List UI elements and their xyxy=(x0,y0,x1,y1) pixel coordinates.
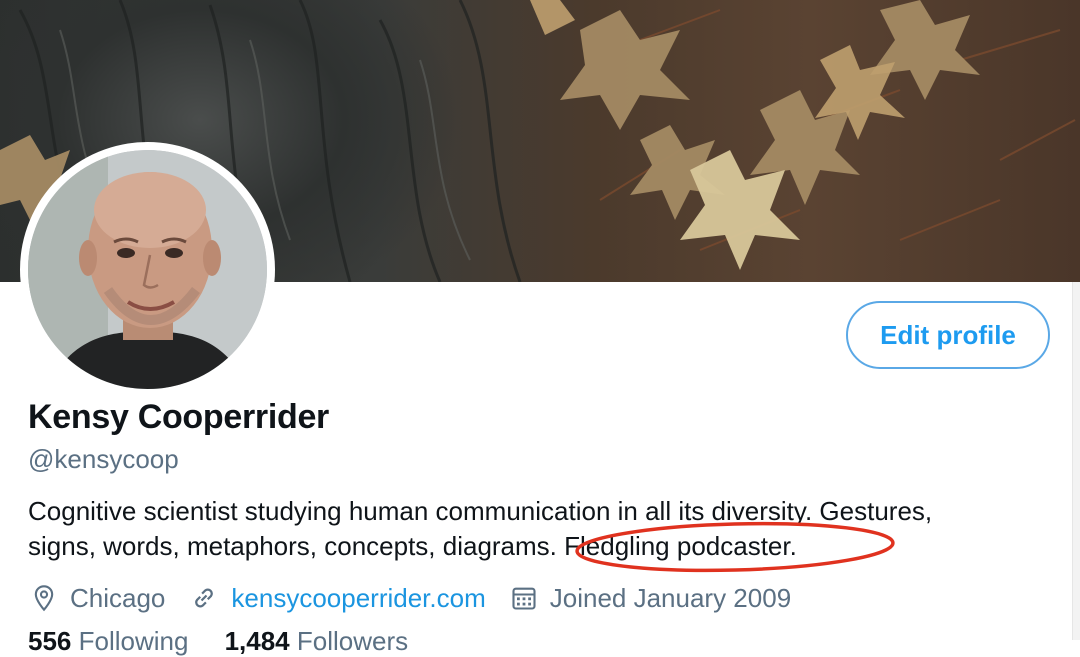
profile-bio: Cognitive scientist studying human commu… xyxy=(28,494,1048,564)
followers-link[interactable]: 1,484 Followers xyxy=(225,626,409,656)
follow-counts: 556 Following 1,484 Followers xyxy=(28,626,408,657)
calendar-icon xyxy=(512,587,536,610)
following-count: 556 xyxy=(28,626,72,656)
edit-profile-button[interactable]: Edit profile xyxy=(846,301,1050,369)
link-icon xyxy=(195,588,214,608)
joined-text: Joined January 2009 xyxy=(549,582,792,613)
website-link[interactable]: kensycooperrider.com xyxy=(231,583,485,614)
bio-line-2: signs, words, metaphors, concepts, diagr… xyxy=(28,531,797,561)
avatar-photo xyxy=(28,150,267,389)
avatar[interactable] xyxy=(20,142,275,397)
display-name: Kensy Cooperrider xyxy=(28,398,329,436)
followers-count: 1,484 xyxy=(224,626,290,656)
profile-meta: Chicago kensycooperrider.com Joined Janu… xyxy=(30,580,815,616)
joined-item: Joined January 2009 xyxy=(510,583,791,614)
bio-line-1: Cognitive scientist studying human commu… xyxy=(28,496,933,526)
following-link[interactable]: 556 Following xyxy=(28,626,188,656)
location-item: Chicago xyxy=(30,583,165,614)
scrollbar[interactable] xyxy=(1072,282,1080,640)
username-handle: @kensycoop xyxy=(28,444,179,474)
location-pin-icon xyxy=(34,585,54,612)
followers-label: Followers xyxy=(296,626,409,656)
website-item: kensycooperrider.com xyxy=(189,583,486,614)
following-label: Following xyxy=(78,626,189,656)
location-text: Chicago xyxy=(70,582,166,613)
